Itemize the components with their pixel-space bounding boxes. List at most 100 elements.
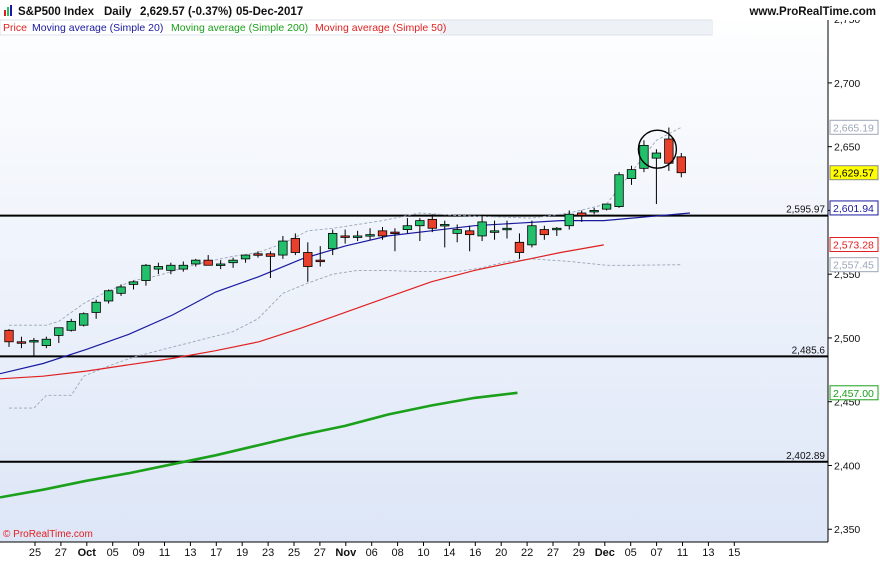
x-tick-label: 25 — [29, 547, 41, 559]
candle-body — [116, 286, 126, 294]
candle-body — [402, 225, 413, 230]
candle-body — [128, 281, 139, 285]
y-tick-label: 2,400 — [834, 460, 860, 472]
legend-ma200: Moving average (Simple 200) — [171, 22, 308, 34]
y-tick-label: 2,700 — [834, 78, 860, 90]
x-tick-label: 27 — [547, 547, 559, 559]
candle-body — [103, 290, 114, 302]
candle-body — [228, 259, 238, 264]
candle-body — [79, 313, 89, 326]
website-label: www.ProRealTime.com — [748, 6, 876, 18]
candle-body — [315, 259, 325, 263]
candle-body — [489, 230, 500, 233]
candle-body — [328, 232, 338, 250]
x-tick-label: 14 — [443, 547, 455, 559]
x-tick-label: 10 — [417, 547, 429, 559]
stock-chart: 2,595.972,485.62,402.89 2,7502,7002,6502… — [0, 0, 880, 560]
candle-body — [477, 221, 487, 237]
candle-body — [452, 229, 462, 234]
candle-body — [215, 263, 226, 266]
chart-area: 2,595.97 2,485.6 2,402.89 2,750 2,700 2,650 2… — [0, 0, 880, 560]
price-label-text: 2,629.57 — [833, 168, 874, 180]
x-tick-label: Nov — [335, 547, 357, 559]
x-axis: 25 27 Oct 05 09 11 13 17 19 23 25 27 Nov 06 08 10 14 16 20… — [0, 541, 880, 560]
period-label: Daily — [104, 6, 132, 18]
candle-body — [91, 301, 101, 313]
header-bar: S&P500 Index Daily 2,629.57 (-0.37%) 05-… — [0, 0, 880, 20]
x-tick-label: 13 — [702, 547, 714, 559]
x-tick-label: 29 — [573, 547, 585, 559]
x-tick-label: Oct — [78, 547, 97, 559]
x-tick-label: 11 — [677, 547, 688, 559]
candle-body — [552, 227, 562, 231]
candle-body — [352, 235, 363, 238]
candle-body — [365, 234, 375, 237]
candle-body — [539, 229, 549, 236]
x-tick-label: 22 — [521, 547, 533, 559]
candle-body — [614, 174, 624, 207]
candle-body — [415, 220, 425, 227]
x-tick-label: 15 — [728, 547, 740, 559]
candle-body — [577, 212, 587, 216]
candle-body — [265, 253, 276, 257]
candle-body — [16, 341, 27, 344]
x-tick-label: 07 — [650, 547, 662, 559]
candle — [639, 140, 649, 173]
candle-body — [166, 264, 176, 271]
candle-body — [278, 240, 288, 256]
candle-body — [651, 152, 662, 159]
candle-body — [390, 231, 400, 235]
candle-body — [141, 264, 151, 281]
y-tick-label: 2,650 — [834, 142, 860, 154]
candle — [614, 172, 624, 208]
price-label-bollinger: 2,665.19 — [829, 119, 879, 135]
x-tick-label: 06 — [366, 547, 378, 559]
candle-body — [203, 259, 213, 266]
candle-body — [601, 203, 612, 210]
candle-body — [54, 327, 64, 336]
x-tick-label: 05 — [625, 547, 637, 559]
candle-body — [178, 264, 188, 270]
price-label-text: 2,557.45 — [833, 260, 874, 272]
candle-body — [240, 254, 251, 260]
candle-body — [664, 138, 674, 164]
x-tick-label: 27 — [314, 547, 326, 559]
candle-body — [589, 210, 599, 213]
x-tick-label: 23 — [262, 547, 274, 559]
candle-body — [29, 340, 39, 343]
price-label-ma50: 2,573.28 — [829, 236, 879, 252]
x-tick-label: 16 — [469, 547, 481, 559]
x-tick-label: 25 — [288, 547, 300, 559]
candle-body — [290, 238, 301, 253]
legend-ma20: Moving average (Simple 20) — [32, 22, 163, 34]
candle-body — [440, 224, 450, 227]
candle-body — [676, 156, 686, 174]
candle-body — [502, 227, 512, 231]
quote-value: 2,629.57 (-0.37%) — [140, 6, 232, 18]
x-tick-label: 27 — [55, 547, 67, 559]
candle-body — [41, 338, 51, 347]
candle-body — [303, 252, 313, 267]
price-label-ma200: 2,457.00 — [829, 385, 879, 401]
y-axis: 2,7502,7002,6502,6002,5502,5002,4502,400… — [827, 0, 880, 542]
candle-body — [377, 230, 388, 237]
price-label-bollinger: 2,557.45 — [829, 257, 879, 273]
x-tick-label: 08 — [391, 547, 403, 559]
price-label-text: 2,601.94 — [833, 203, 874, 215]
x-tick-label: 09 — [132, 547, 144, 559]
x-tick-label: 17 — [210, 547, 222, 559]
candle-body — [527, 225, 537, 246]
candle-body — [514, 241, 525, 253]
legend-bar: Price Moving average (Simple 20) Moving … — [0, 19, 713, 36]
candle-body — [340, 235, 350, 238]
x-tick-label: 13 — [184, 547, 196, 559]
legend-ma50: Moving average (Simple 50) — [315, 22, 446, 34]
y-tick-label: 2,350 — [834, 524, 860, 536]
candle-body — [564, 213, 574, 227]
price-label-text: 2,573.28 — [833, 239, 874, 251]
candle-body — [66, 320, 76, 331]
support-line-label: 2,485.6 — [792, 345, 826, 356]
x-tick-label: 11 — [159, 547, 170, 559]
support-line-label: 2,595.97 — [786, 205, 825, 216]
candle-body — [427, 218, 437, 229]
